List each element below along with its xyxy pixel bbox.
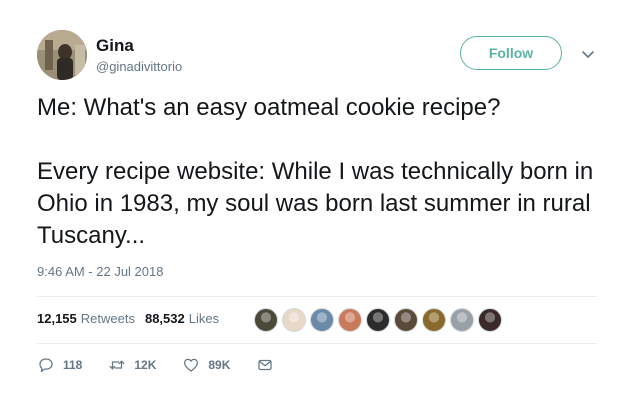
retweet-button[interactable]: 12K bbox=[108, 356, 156, 374]
avatar-photo bbox=[37, 30, 87, 80]
tweet-stats: 12,155 Retweets 88,532 Likes bbox=[37, 311, 219, 326]
heart-icon bbox=[184, 358, 199, 372]
liker-avatar-6[interactable] bbox=[394, 308, 418, 332]
retweet-icon bbox=[109, 360, 125, 370]
envelope-icon bbox=[258, 359, 273, 371]
display-name[interactable]: Gina bbox=[96, 36, 134, 56]
liker-avatar-5[interactable] bbox=[366, 308, 390, 332]
reply-button[interactable]: 118 bbox=[37, 356, 82, 374]
chevron-down-icon[interactable] bbox=[580, 46, 596, 62]
tweet-line-question: Me: What's an easy oatmeal cookie recipe… bbox=[37, 94, 501, 121]
reply-icon bbox=[39, 358, 53, 373]
liker-avatar-2[interactable] bbox=[282, 308, 306, 332]
liker-avatars bbox=[254, 308, 506, 332]
tweet-actions: 118 12K 89K bbox=[37, 356, 308, 374]
likes-label: Likes bbox=[188, 311, 220, 326]
retweets-label: Retweets bbox=[80, 311, 135, 326]
retweet-count: 12K bbox=[134, 358, 157, 372]
liker-avatar-4[interactable] bbox=[338, 308, 362, 332]
avatar[interactable] bbox=[37, 30, 87, 80]
liker-avatar-1[interactable] bbox=[254, 308, 278, 332]
liker-avatar-9[interactable] bbox=[478, 308, 502, 332]
divider bbox=[37, 296, 597, 297]
liker-avatar-3[interactable] bbox=[310, 308, 334, 332]
direct-message-button[interactable] bbox=[256, 356, 282, 374]
liker-avatar-7[interactable] bbox=[422, 308, 446, 332]
divider bbox=[37, 343, 597, 344]
tweet-card: Gina @ginadivittorio Follow Me: What's a… bbox=[0, 0, 634, 403]
likes-stat[interactable]: 88,532 Likes bbox=[145, 311, 219, 326]
follow-button[interactable]: Follow bbox=[460, 36, 562, 70]
liker-avatar-8[interactable] bbox=[450, 308, 474, 332]
like-count: 89K bbox=[208, 358, 231, 372]
tweet-text: Me: What's an easy oatmeal cookie recipe… bbox=[37, 92, 607, 252]
retweets-stat[interactable]: 12,155 Retweets bbox=[37, 311, 135, 326]
user-handle[interactable]: @ginadivittorio bbox=[96, 59, 182, 74]
timestamp[interactable]: 9:46 AM - 22 Jul 2018 bbox=[37, 264, 163, 279]
reply-count: 118 bbox=[63, 358, 83, 372]
like-button[interactable]: 89K bbox=[182, 356, 230, 374]
retweets-count: 12,155 bbox=[37, 311, 77, 326]
tweet-line-punchline: Every recipe website: While I was techni… bbox=[37, 158, 594, 249]
likes-count: 88,532 bbox=[144, 311, 185, 326]
